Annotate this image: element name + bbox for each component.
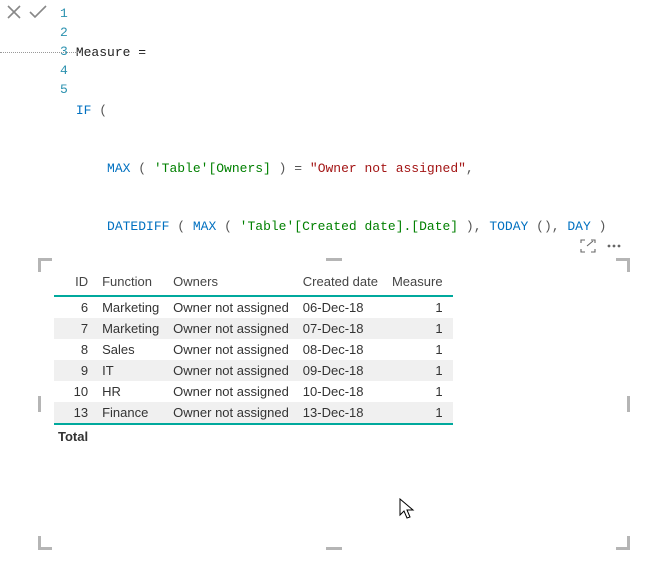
table-cell: 1 bbox=[388, 381, 453, 402]
table-cell: Owner not assigned bbox=[169, 296, 299, 318]
resize-handle[interactable] bbox=[627, 396, 630, 412]
column-header[interactable]: Owners bbox=[169, 270, 299, 296]
code-token: ( bbox=[169, 219, 192, 234]
resize-handle[interactable] bbox=[616, 258, 630, 272]
table-cell: Marketing bbox=[98, 296, 169, 318]
table-cell: Owner not assigned bbox=[169, 339, 299, 360]
table-row[interactable]: 7MarketingOwner not assigned07-Dec-181 bbox=[54, 318, 453, 339]
table-visual[interactable]: ID Function Owners Created date Measure … bbox=[40, 260, 628, 548]
code-token: ) bbox=[591, 219, 607, 234]
table-cell: Owner not assigned bbox=[169, 360, 299, 381]
table-cell: 10 bbox=[54, 381, 98, 402]
code-token: 'Table'[Owners] bbox=[154, 161, 271, 176]
formula-resize-divider[interactable] bbox=[0, 52, 78, 53]
table-row[interactable]: 13FinanceOwner not assigned13-Dec-181 bbox=[54, 402, 453, 424]
code-token: 'Table'[Created date].[Date] bbox=[240, 219, 458, 234]
table-cell: 13 bbox=[54, 402, 98, 424]
focus-mode-icon[interactable] bbox=[580, 239, 596, 258]
code-token: DATEDIFF bbox=[107, 219, 169, 234]
code-token: (), bbox=[528, 219, 567, 234]
column-header[interactable]: ID bbox=[54, 270, 98, 296]
table-cell: 1 bbox=[388, 296, 453, 318]
table-cell: IT bbox=[98, 360, 169, 381]
cancel-icon[interactable] bbox=[6, 4, 22, 20]
more-options-icon[interactable] bbox=[606, 239, 622, 258]
resize-handle[interactable] bbox=[616, 536, 630, 550]
resize-handle[interactable] bbox=[38, 396, 41, 412]
total-label: Total bbox=[54, 424, 98, 448]
table-cell: Owner not assigned bbox=[169, 318, 299, 339]
code-token: ), bbox=[458, 219, 489, 234]
code-token: MAX bbox=[193, 219, 216, 234]
code-token: ( bbox=[91, 103, 107, 118]
table-row[interactable]: 6MarketingOwner not assigned06-Dec-181 bbox=[54, 296, 453, 318]
column-header[interactable]: Function bbox=[98, 270, 169, 296]
data-table: ID Function Owners Created date Measure … bbox=[54, 270, 453, 448]
code-token: MAX bbox=[107, 161, 130, 176]
table-cell: 1 bbox=[388, 402, 453, 424]
table-row[interactable]: 9ITOwner not assigned09-Dec-181 bbox=[54, 360, 453, 381]
table-cell: 13-Dec-18 bbox=[299, 402, 388, 424]
code-token: ) = bbox=[271, 161, 310, 176]
table-cell: 9 bbox=[54, 360, 98, 381]
code-token: IF bbox=[76, 103, 92, 118]
table-cell: 10-Dec-18 bbox=[299, 381, 388, 402]
formula-bar-controls bbox=[0, 0, 54, 24]
table-header-row: ID Function Owners Created date Measure bbox=[54, 270, 453, 296]
resize-handle[interactable] bbox=[38, 536, 52, 550]
table-cell: 6 bbox=[54, 296, 98, 318]
table-cell: 1 bbox=[388, 339, 453, 360]
code-token: DAY bbox=[567, 219, 590, 234]
commit-icon[interactable] bbox=[28, 4, 48, 20]
table-cell: Owner not assigned bbox=[169, 381, 299, 402]
table-row[interactable]: 10HROwner not assigned10-Dec-181 bbox=[54, 381, 453, 402]
table-cell: Sales bbox=[98, 339, 169, 360]
table-cell: Marketing bbox=[98, 318, 169, 339]
resize-handle[interactable] bbox=[326, 547, 342, 550]
code-token: ( bbox=[216, 219, 239, 234]
column-header[interactable]: Measure bbox=[388, 270, 453, 296]
table-cell: Owner not assigned bbox=[169, 402, 299, 424]
resize-handle[interactable] bbox=[38, 258, 52, 272]
table-cell: 8 bbox=[54, 339, 98, 360]
code-token: TODAY bbox=[489, 219, 528, 234]
resize-handle[interactable] bbox=[326, 258, 342, 261]
table-cell: 7 bbox=[54, 318, 98, 339]
table-total-row: Total bbox=[54, 424, 453, 448]
table-cell: HR bbox=[98, 381, 169, 402]
table-cell: 07-Dec-18 bbox=[299, 318, 388, 339]
table-cell: Finance bbox=[98, 402, 169, 424]
code-token: , bbox=[466, 161, 474, 176]
table-cell: 08-Dec-18 bbox=[299, 339, 388, 360]
code-token: ( bbox=[130, 161, 153, 176]
visual-header-toolbar bbox=[580, 239, 622, 258]
table-cell: 09-Dec-18 bbox=[299, 360, 388, 381]
code-token: Measure = bbox=[76, 45, 146, 60]
table-cell: 06-Dec-18 bbox=[299, 296, 388, 318]
column-header[interactable]: Created date bbox=[299, 270, 388, 296]
table-row[interactable]: 8SalesOwner not assigned08-Dec-181 bbox=[54, 339, 453, 360]
table-cell: 1 bbox=[388, 360, 453, 381]
code-token: "Owner not assigned" bbox=[310, 161, 466, 176]
table-cell: 1 bbox=[388, 318, 453, 339]
